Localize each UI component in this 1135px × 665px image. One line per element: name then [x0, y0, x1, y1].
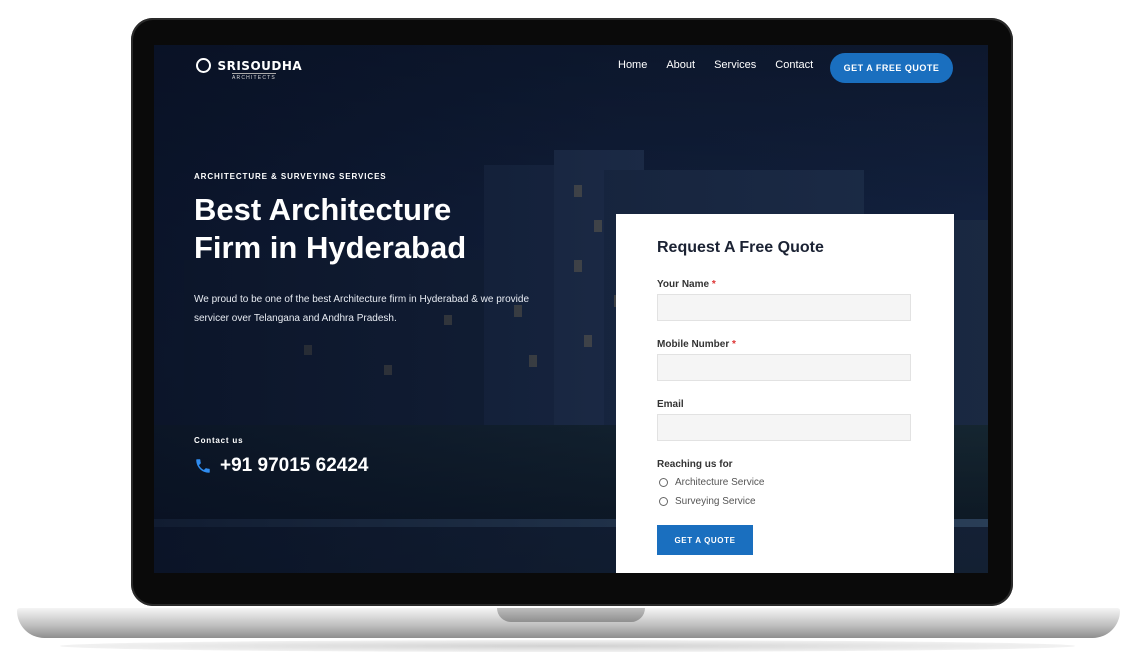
hero-title: Best Architecture Firm in Hyderabad [194, 191, 534, 267]
phone-link[interactable]: +91 97015 62424 [194, 455, 368, 477]
website-screen: SRISOUDHA ARCHITECTS Home About Services… [154, 45, 988, 573]
mobile-input[interactable] [657, 354, 911, 381]
laptop-shadow [60, 640, 1075, 652]
logo-mark-icon [196, 58, 211, 74]
hero-title-line-2: Firm in Hyderabad [194, 230, 467, 265]
reaching-label: Reaching us for [657, 459, 733, 470]
email-input[interactable] [657, 414, 911, 441]
name-input[interactable] [657, 294, 911, 321]
nav-services[interactable]: Services [714, 59, 756, 71]
phone-number: +91 97015 62424 [220, 455, 369, 476]
name-label: Your Name * [657, 279, 716, 290]
hero-title-line-1: Best Architecture [194, 192, 452, 227]
radio-surveying[interactable]: Surveying Service [659, 496, 756, 507]
brand-name: SRISOUDHA [217, 58, 303, 73]
nav-about[interactable]: About [666, 59, 695, 71]
brand-tagline: ARCHITECTS [232, 73, 276, 81]
get-quote-button[interactable]: GET A QUOTE [657, 525, 753, 555]
required-marker: * [711, 279, 716, 290]
site-logo[interactable]: SRISOUDHA ARCHITECTS [196, 57, 303, 81]
quote-form: Request A Free Quote Your Name * Mobile … [616, 214, 954, 573]
nav-home[interactable]: Home [618, 59, 647, 71]
phone-icon [196, 459, 210, 473]
required-marker: * [732, 339, 736, 350]
nav-contact[interactable]: Contact [775, 59, 813, 71]
laptop-notch [497, 608, 645, 622]
hero-description: We proud to be one of the best Architect… [194, 294, 529, 324]
email-label: Email [657, 399, 684, 410]
main-nav: Home About Services Contact [618, 59, 832, 71]
form-title: Request A Free Quote [657, 239, 824, 256]
contact-label: Contact us [194, 436, 244, 445]
free-quote-button[interactable]: GET A FREE QUOTE [830, 53, 953, 83]
radio-circle-icon [659, 478, 668, 487]
mobile-label: Mobile Number * [657, 339, 736, 350]
hero-eyebrow: ARCHITECTURE & SURVEYING SERVICES [194, 172, 387, 181]
radio-circle-icon [659, 497, 668, 506]
radio-architecture[interactable]: Architecture Service [659, 477, 764, 488]
